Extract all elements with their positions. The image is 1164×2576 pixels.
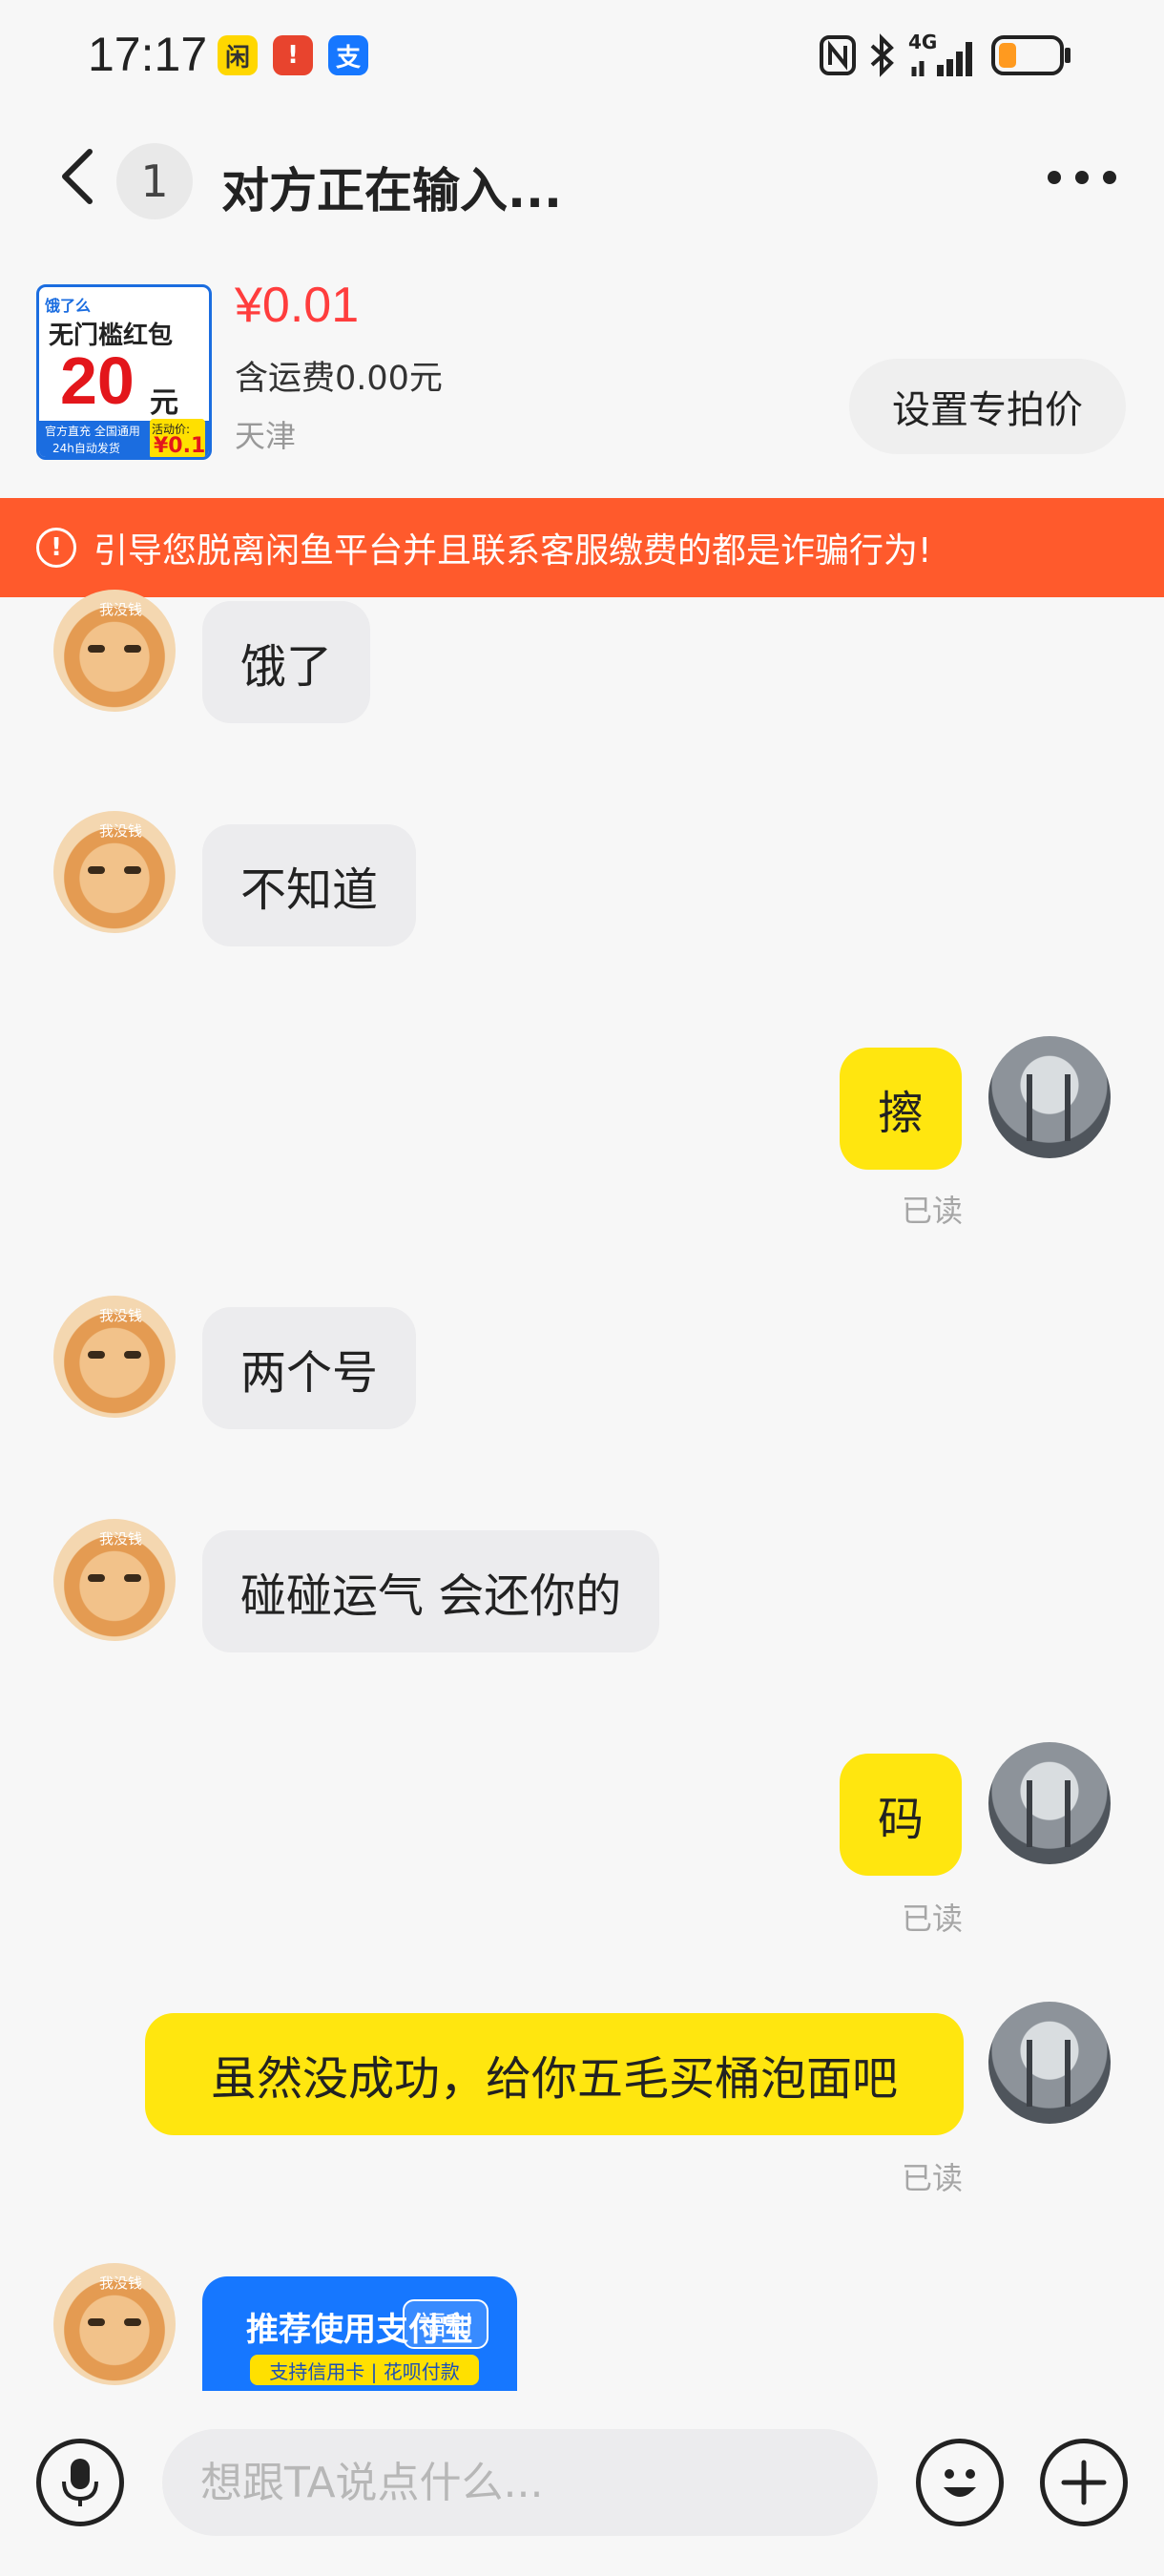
my-avatar[interactable]: [988, 2002, 1111, 2124]
my-avatar[interactable]: [988, 1036, 1111, 1158]
contact-avatar[interactable]: 我没钱: [53, 1296, 176, 1418]
message-bubble-incoming: 两个号: [202, 1307, 417, 1429]
status-bar: 17:17 闲 ! 支 4G: [0, 0, 1164, 114]
message-bubble-outgoing: 码: [840, 1754, 963, 1876]
read-status: 已读: [902, 1193, 964, 1229]
alert-app-icon: !: [273, 35, 313, 75]
read-status: 已读: [902, 1901, 964, 1937]
battery-icon: [991, 35, 1070, 75]
alipay-card-badge: 福利: [403, 2299, 488, 2349]
message-bubble-incoming: 碰碰运气 会还你的: [202, 1530, 660, 1652]
back-icon[interactable]: [55, 148, 97, 205]
status-time: 17:17: [88, 28, 208, 81]
alipay-app-icon: 支: [328, 35, 368, 75]
thumb-amount: 20: [60, 343, 135, 418]
thumb-unit: 元: [150, 386, 178, 420]
bluetooth-icon: [870, 33, 894, 77]
alipay-promo-card[interactable]: 推荐使用支付宝 福利 支持信用卡 | 花呗付款: [202, 2276, 517, 2391]
contact-avatar[interactable]: 我没钱: [53, 590, 176, 712]
set-special-price-button[interactable]: 设置专拍价: [849, 359, 1126, 454]
contact-avatar[interactable]: 我没钱: [53, 811, 176, 933]
message-bubble-outgoing: 虽然没成功，给你五毛买桶泡面吧: [145, 2013, 964, 2135]
product-thumbnail[interactable]: 饿了么 无门槛红包 20 元 官方直充 全国通用 24h自动发货 活动价: ¥0…: [36, 284, 212, 460]
voice-icon[interactable]: [36, 2439, 124, 2526]
chat-title: 对方正在输入...: [221, 163, 562, 218]
xianyu-app-icon: 闲: [218, 35, 258, 75]
warning-text: 引导您脱离闲鱼平台并且联系客服缴费的都是诈骗行为!: [94, 531, 932, 571]
unread-count-badge[interactable]: 1: [116, 143, 193, 219]
warning-icon: !: [36, 528, 76, 568]
message-bubble-outgoing: 擦: [840, 1048, 963, 1170]
more-icon[interactable]: [1048, 158, 1116, 197]
signal-icon: [911, 42, 972, 76]
thumb-delivery: 24h自动发货: [52, 442, 120, 455]
contact-avatar[interactable]: 我没钱: [53, 2263, 176, 2385]
thumb-brand: 饿了么: [45, 297, 92, 315]
product-shipping: 含运费0.00元: [235, 360, 443, 398]
nfc-icon: [820, 35, 856, 75]
scam-warning-banner: ! 引导您脱离闲鱼平台并且联系客服缴费的都是诈骗行为!: [0, 498, 1164, 597]
thumb-tags: 官方直充 全国通用: [45, 425, 140, 438]
thumb-promo-price: ¥0.1: [154, 434, 206, 458]
alipay-card-subtitle: 支持信用卡 | 花呗付款: [250, 2355, 479, 2385]
product-price: ¥0.01: [235, 278, 360, 333]
read-status: 已读: [902, 2160, 964, 2196]
contact-avatar[interactable]: 我没钱: [53, 1519, 176, 1641]
my-avatar[interactable]: [988, 1742, 1111, 1864]
add-icon[interactable]: [1040, 2439, 1128, 2526]
product-location: 天津: [235, 418, 297, 454]
emoji-icon[interactable]: [916, 2439, 1004, 2526]
message-bubble-incoming: 饿了: [202, 601, 371, 723]
message-bubble-incoming: 不知道: [202, 824, 417, 946]
message-input[interactable]: [162, 2429, 878, 2536]
